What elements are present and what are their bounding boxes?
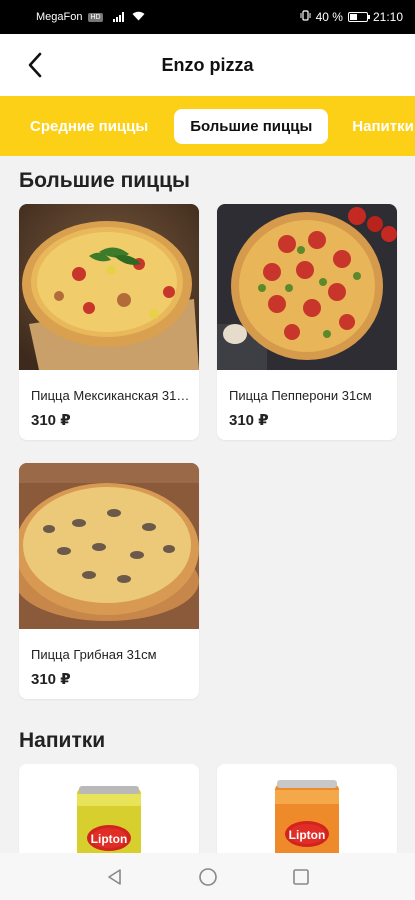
triangle-back-icon <box>107 868 121 885</box>
product-image: Lipton <box>217 764 397 853</box>
product-card[interactable]: Lipton <box>19 764 199 853</box>
nav-recents-button[interactable] <box>287 863 315 891</box>
product-image <box>19 463 199 629</box>
app-header: Enzo pizza <box>0 34 415 96</box>
status-left: MegaFon HD <box>36 11 145 24</box>
product-name: Пицца Пепперони 31см <box>229 388 372 403</box>
status-right: 40 % 21:10 <box>300 10 403 24</box>
vibrate-icon <box>300 10 311 24</box>
tab-large-pizzas[interactable]: Большие пиццы <box>174 108 329 144</box>
section-title-drinks: Напитки <box>19 729 106 752</box>
product-list[interactable]: Большие пиццы Пицца Мексиканская 31см 31… <box>0 156 415 853</box>
product-price: 310 ₽ <box>229 412 269 429</box>
wifi-icon <box>132 11 145 24</box>
drink-brand-logo: Lipton <box>289 828 326 842</box>
product-card[interactable]: Пицца Грибная 31см 310 ₽ <box>19 463 199 699</box>
tab-medium-pizzas[interactable]: Средние пиццы <box>14 109 164 144</box>
category-tabs: Средние пиццы Большие пиццы Напитки <box>0 96 415 156</box>
product-card[interactable]: Пицца Пепперони 31см 310 ₽ <box>217 204 397 440</box>
system-nav-bar <box>0 853 415 900</box>
carrier-name: MegaFon <box>36 11 83 23</box>
status-bar: MegaFon HD 40 % 21:10 <box>0 0 415 34</box>
battery-icon <box>347 12 370 22</box>
circle-home-icon <box>198 867 217 886</box>
product-price: 310 ₽ <box>31 412 71 429</box>
product-image <box>217 204 397 370</box>
network-badge: HD <box>88 12 103 22</box>
tabs-scroller[interactable]: Средние пиццы Большие пиццы Напитки <box>0 96 415 156</box>
tab-drinks[interactable]: Напитки <box>336 109 415 144</box>
square-recents-icon <box>292 868 309 885</box>
product-price: 310 ₽ <box>31 671 71 688</box>
nav-home-button[interactable] <box>194 863 222 891</box>
clock: 21:10 <box>372 10 403 24</box>
section-title-large-pizzas: Большие пиццы <box>19 169 190 192</box>
product-card[interactable]: Lipton <box>217 764 397 853</box>
battery-percent: 40 % <box>315 10 343 24</box>
product-card[interactable]: Пицца Мексиканская 31см 310 ₽ <box>19 204 199 440</box>
product-name: Пицца Мексиканская 31см <box>31 388 191 403</box>
signal-icon <box>112 12 124 22</box>
product-name: Пицца Грибная 31см <box>31 647 157 662</box>
page-title: Enzo pizza <box>161 54 254 75</box>
back-button[interactable] <box>20 50 50 80</box>
nav-back-button[interactable] <box>101 863 129 891</box>
product-image <box>19 204 199 370</box>
product-image: Lipton <box>19 764 199 853</box>
drink-brand-logo: Lipton <box>91 832 128 846</box>
chevron-left-icon <box>28 52 42 78</box>
